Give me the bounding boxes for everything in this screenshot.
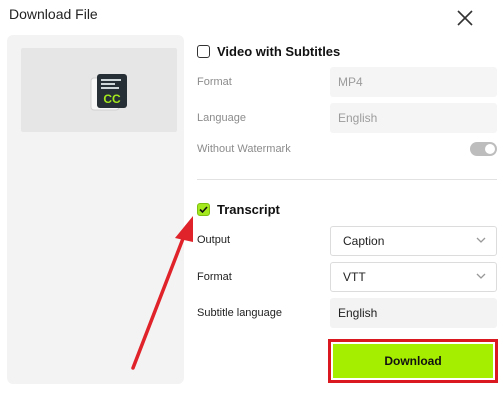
output-value: Caption	[343, 234, 385, 248]
transcript-format-select[interactable]: VTT	[330, 262, 497, 292]
watermark-label: Without Watermark	[197, 143, 291, 155]
video-subtitles-checkbox[interactable]	[197, 45, 210, 58]
output-label: Output	[197, 234, 231, 246]
section-divider	[197, 179, 497, 180]
close-icon[interactable]	[455, 8, 475, 28]
chevron-down-icon	[476, 237, 486, 243]
transcript-checkbox[interactable]	[197, 203, 210, 216]
video-format-field: MP4	[330, 67, 497, 97]
video-language-label: Language	[197, 112, 246, 124]
svg-text:CC: CC	[103, 92, 121, 106]
video-format-label: Format	[197, 76, 232, 88]
chevron-down-icon	[476, 273, 486, 279]
subtitle-language-label: Subtitle language	[197, 307, 283, 319]
download-highlight: Download	[328, 339, 498, 383]
video-language-field: English	[330, 103, 497, 133]
watermark-toggle[interactable]	[470, 142, 497, 156]
transcript-format-value: VTT	[343, 270, 366, 284]
subtitle-language-field[interactable]: English	[330, 298, 497, 328]
output-select[interactable]: Caption	[330, 226, 497, 256]
dialog-title: Download File	[9, 6, 98, 22]
preview-panel: CC	[7, 35, 184, 384]
cc-subtitle-icon: CC	[90, 74, 127, 111]
transcript-title: Transcript	[217, 202, 280, 217]
video-subtitles-title: Video with Subtitles	[217, 44, 341, 59]
transcript-format-label: Format	[197, 271, 232, 283]
check-icon	[199, 206, 208, 214]
preview-thumbnail: CC	[21, 48, 177, 132]
toggle-knob	[485, 144, 495, 154]
download-button[interactable]: Download	[333, 344, 493, 378]
